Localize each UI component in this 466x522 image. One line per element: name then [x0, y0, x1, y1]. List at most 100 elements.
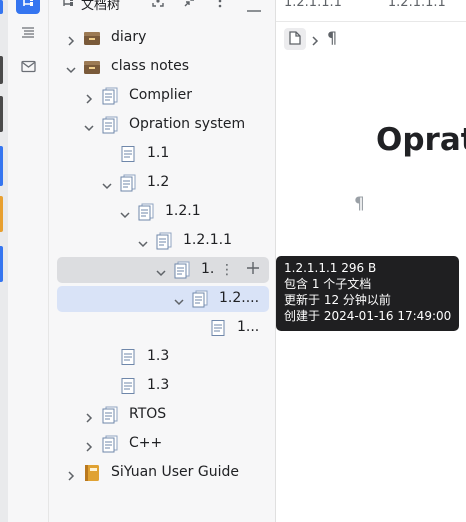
file-tree-header: 文档树: [49, 0, 275, 14]
chevron-right-icon[interactable]: [83, 438, 95, 452]
file-tree-dock-button[interactable]: [16, 0, 40, 14]
chevron-down-icon[interactable]: [173, 293, 185, 306]
tree-item-selected[interactable]: 1.2....: [57, 286, 269, 312]
strip-accent: [0, 246, 3, 282]
tree-item-1-3[interactable]: 1.3: [57, 344, 269, 370]
doc-stack-icon: [173, 261, 191, 279]
tree-item-label: RTOS: [129, 406, 167, 422]
left-edge-strip: [0, 0, 8, 522]
outline-icon: [21, 25, 35, 44]
strip-accent: [0, 146, 3, 186]
tree-item-siyuan-user-guide[interactable]: SiYuan User Guide: [57, 460, 269, 486]
doc-stack-icon: [191, 290, 209, 308]
tree-item-1-2-1[interactable]: 1.2.1: [57, 199, 269, 225]
mail-icon: [20, 58, 36, 77]
tooltip-name-size: 1.2.1.1.1 296 B: [284, 261, 377, 275]
more-icon[interactable]: ⋮: [219, 261, 235, 279]
doc-icon: [119, 348, 137, 366]
tree-item-label: Opration system: [129, 116, 246, 132]
doc-stack-icon: [101, 87, 119, 105]
chevron-down-icon[interactable]: [83, 119, 95, 132]
chevron-right-icon[interactable]: [65, 467, 77, 481]
doc-stack-icon: [101, 435, 119, 453]
collapse-all-icon[interactable]: [183, 0, 197, 12]
inbox-dock-button[interactable]: [16, 55, 40, 79]
strip-accent: [0, 0, 3, 14]
document-icon: [289, 30, 301, 49]
notebook-icon: [83, 464, 101, 482]
strip-accent: [0, 196, 3, 232]
file-tree-panel: 文档树 diary class notes Complier Opration …: [49, 0, 276, 522]
tree-item-label: 1.: [201, 261, 215, 277]
doc-stack-icon: [137, 203, 155, 221]
tooltip-created: 创建于 2024-01-16 17:49:00: [284, 309, 452, 323]
box-icon: [83, 29, 101, 47]
tab-breadcrumb: 1.2.1.1.1 1.2.1.1.1: [284, 0, 466, 10]
document-title[interactable]: Oprat: [376, 122, 466, 158]
tree-item-label: 1.1: [147, 145, 170, 161]
file-tree-icon: [21, 0, 35, 12]
minimize-icon[interactable]: [247, 0, 261, 17]
tree-item-label: 1...: [237, 319, 260, 335]
panel-title: 文档树: [81, 0, 121, 13]
doc-stack-icon: [155, 232, 173, 250]
doc-stack-icon: [101, 116, 119, 134]
tree-item-1-2-1-1-1-hovered[interactable]: 1. ⋮: [57, 257, 269, 283]
strip-segment: [0, 96, 3, 132]
chevron-right-icon: [310, 32, 320, 51]
tree-item-1-1[interactable]: 1.1: [57, 141, 269, 167]
add-subdoc-icon[interactable]: [245, 261, 261, 279]
tab-title[interactable]: 1.2.1.1.1: [388, 0, 446, 10]
tree-item-complier[interactable]: Complier: [57, 83, 269, 109]
tree-item-label: 1.2.1.1: [183, 232, 232, 248]
document-breadcrumb-button[interactable]: [284, 28, 306, 50]
doc-info-tooltip: 1.2.1.1.1 296 B 包含 1 个子文档 更新于 12 分钟以前 创建…: [276, 256, 459, 331]
tree-item-label: class notes: [111, 58, 190, 74]
chevron-down-icon[interactable]: [65, 61, 77, 74]
tree-item-1-3-duplicate[interactable]: 1.3: [57, 373, 269, 399]
more-options-icon[interactable]: [217, 0, 223, 12]
tree-item-label: 1.2.1: [165, 203, 201, 219]
tree-item-class-notes[interactable]: class notes: [57, 54, 269, 80]
tree-item-rtos[interactable]: RTOS: [57, 402, 269, 428]
divider: [276, 21, 466, 22]
outline-dock-button[interactable]: [16, 22, 40, 46]
paragraph-mark: ¶: [354, 194, 365, 214]
chevron-right-icon[interactable]: [83, 90, 95, 104]
dock-bar: [8, 0, 49, 522]
tree-item-label: C++: [129, 435, 163, 451]
tooltip-subdoc-count: 包含 1 个子文档: [284, 277, 372, 291]
tree-item-diary[interactable]: diary: [57, 25, 269, 51]
doc-icon: [119, 145, 137, 163]
chevron-down-icon[interactable]: [137, 235, 149, 248]
doc-icon: [119, 377, 137, 395]
tree-item-label: SiYuan User Guide: [111, 464, 239, 480]
tooltip-updated: 更新于 12 分钟以前: [284, 293, 391, 307]
chevron-right-icon[interactable]: [65, 32, 77, 46]
doc-stack-icon: [101, 406, 119, 424]
chevron-down-icon[interactable]: [119, 206, 131, 219]
chevron-down-icon[interactable]: [155, 264, 167, 277]
tree-item-label: 1.2: [147, 174, 170, 190]
tree-item-leaf-doc[interactable]: 1...: [57, 315, 269, 341]
chevron-right-icon[interactable]: [83, 409, 95, 423]
tree-item-label: Complier: [129, 87, 193, 103]
paragraph-breadcrumb[interactable]: ¶: [327, 28, 337, 47]
chevron-down-icon[interactable]: [101, 177, 113, 190]
siyuan-window: 文档树 diary class notes Complier Opration …: [0, 0, 466, 522]
tree-item-label: 1.3: [147, 348, 170, 364]
file-tree-icon: [61, 0, 75, 12]
tree-item-label: 1.3: [147, 377, 170, 393]
doc-stack-icon: [119, 174, 137, 192]
tab-title[interactable]: 1.2.1.1.1: [284, 0, 342, 10]
tree-item-label: 1.2....: [219, 290, 260, 306]
focus-icon[interactable]: [151, 0, 165, 12]
tree-item-opration-system[interactable]: Opration system: [57, 112, 269, 138]
tree-item-cpp[interactable]: C++: [57, 431, 269, 457]
tree-item-label: diary: [111, 29, 147, 45]
tree-item-1-2[interactable]: 1.2: [57, 170, 269, 196]
box-icon: [83, 58, 101, 76]
strip-segment: [0, 56, 3, 84]
doc-icon: [209, 319, 227, 337]
tree-item-1-2-1-1[interactable]: 1.2.1.1: [57, 228, 269, 254]
